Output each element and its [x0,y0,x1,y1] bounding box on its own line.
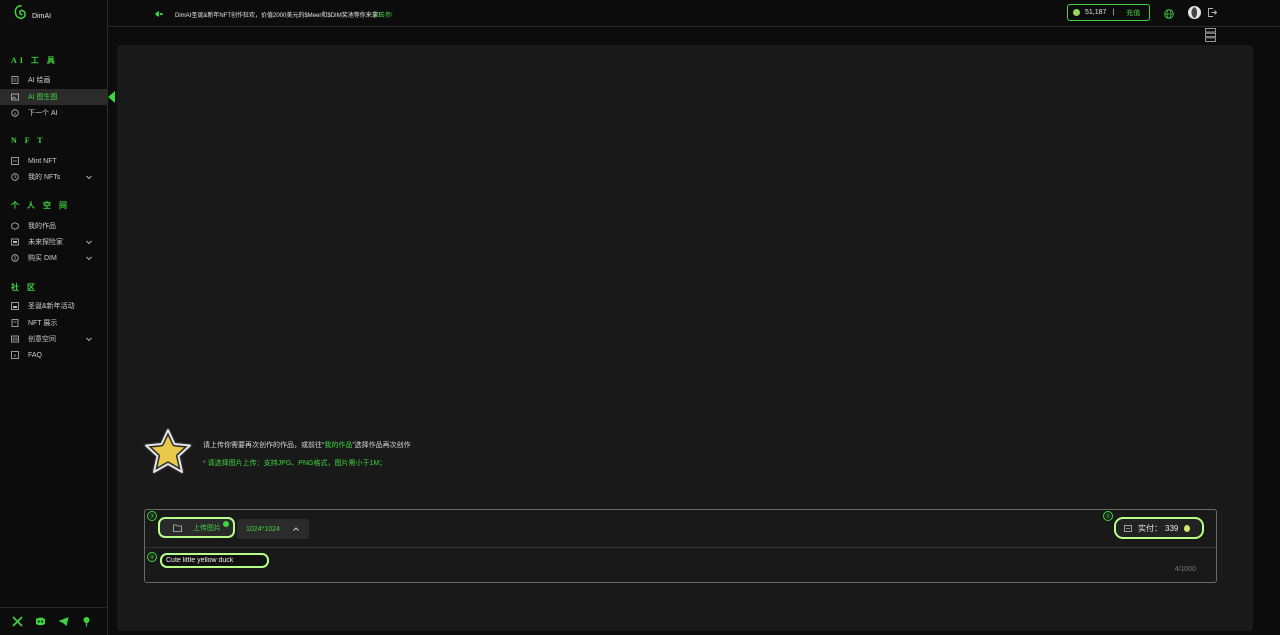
recharge-button[interactable]: 充值 [1126,8,1140,18]
sidebar-item-label: FAQ [28,351,43,359]
step-badge-upload: ③ [147,511,157,521]
char-counter: 4/1000 [1174,566,1196,573]
upload-hint-suffix: ”选择作品再次创作 [352,442,411,449]
social-links [0,607,108,635]
dim-coin-icon [1073,9,1080,16]
logout-icon[interactable] [1208,8,1217,17]
sidebar-item-label: 购买 DIM [28,255,57,262]
folder-icon [173,524,182,532]
sidebar-item-label: 圣诞&新年活动 [28,303,75,310]
chevron-down-icon [86,337,92,342]
image-size-select[interactable]: 1024*1024 [237,519,309,539]
upload-image-button[interactable]: 上传图片 [158,517,235,538]
sidebar-item-label: Mint NFT [28,157,57,165]
chevron-up-icon [293,527,299,531]
cube-icon [11,222,19,230]
sidebar-item-label: AI 图生图 [28,94,58,101]
active-item-indicator [108,91,115,103]
dim-coin-icon [1184,524,1191,532]
telegram-icon[interactable] [58,616,69,627]
sidebar-item-ai-painting[interactable]: AI 绘画 [0,72,108,88]
sidebar-item-creative-space[interactable]: 创意空间 [0,331,108,347]
badge-icon [11,238,19,246]
sidebar-item-label: 我的 NFTs [28,174,61,181]
sidebar: DimAI AI 工 具 AI 绘画 AI 图生图 下一个 AI N F T M… [0,0,108,635]
sidebar-item-xmas-event[interactable]: 圣诞&新年活动 [0,298,108,314]
sidebar-item-label: 我的作品 [28,223,56,230]
balance-separator: | [1112,9,1115,16]
sidebar-item-mint-nft[interactable]: Mint NFT [0,153,108,169]
sidebar-item-next-ai[interactable]: 下一个 AI [0,105,108,121]
sidebar-item-my-works[interactable]: 我的作品 [0,218,108,234]
coin-icon [11,254,19,262]
sidebar-item-faq[interactable]: FAQ [0,347,108,363]
gift-icon [11,302,19,310]
sidebar-item-label: AI 绘画 [28,77,51,84]
mint-icon [11,157,19,165]
status-dot [223,521,229,527]
question-icon [11,351,19,359]
document-icon [11,76,19,84]
step-badge-pay: ⑤ [1103,511,1113,521]
star-icon [143,428,193,475]
announcement-text: DimAI圣诞&新年NFT创作狂欢，价值2000美元的$Meer和$DIM奖池等… [175,13,384,19]
section-title-community: 社 区 [11,283,38,292]
space-icon [11,335,19,343]
logo-text: DimAI [32,13,52,20]
sidebar-item-my-nfts[interactable]: 我的 NFTs [0,169,108,185]
generation-box: ③ 上传图片 1024*1024 ⑤ 实付： 339 ④ 4/1000 [144,509,1217,583]
chevron-down-icon [86,175,92,180]
chevron-down-icon [86,240,92,245]
grid-view-icon[interactable] [1205,28,1216,42]
pay-button[interactable]: 实付： 339 [1114,517,1204,539]
sidebar-item-label: 未来探险家 [28,239,63,246]
sidebar-item-future-explorer[interactable]: 未来探险家 [0,234,108,250]
upload-requirement: * 请选择图片上传：支持JPG、PNG格式，图片需小于1M； [203,460,387,467]
discord-icon[interactable] [35,616,46,627]
upload-hint-prefix: 请上传你需要再次创作的作品，或前往“ [203,442,325,449]
divider [145,547,1216,548]
x-icon[interactable] [12,616,23,627]
wallet-icon [1124,524,1132,532]
sidebar-item-ai-img2img[interactable]: AI 图生图 [0,89,108,105]
upload-image-label: 上传图片 [193,524,221,532]
clock-icon [11,173,19,181]
prompt-input[interactable] [160,553,269,568]
balance-value: 51,187 [1085,9,1107,16]
medium-icon[interactable] [81,616,92,627]
top-bar: DimAI圣诞&新年NFT创作狂欢，价值2000美元的$Meer和$DIM奖池等… [108,0,1280,27]
pay-amount: 339 [1165,523,1179,533]
section-title-ai-tools: AI 工 具 [11,56,58,65]
gallery-icon [11,319,19,327]
chevron-down-icon [86,256,92,261]
step-badge-prompt: ④ [147,552,157,562]
megaphone-icon [155,11,163,17]
sidebar-item-nft-gallery[interactable]: NFT 展示 [0,315,108,331]
info-icon [11,109,19,117]
section-title-personal-space: 个 人 空 间 [11,201,70,210]
pay-label: 实付： [1138,523,1162,533]
section-title-nft: N F T [11,136,46,145]
sidebar-item-buy-dim[interactable]: 购买 DIM [0,250,108,266]
balance-widget: 51,187 | 充值 [1067,4,1150,21]
logo[interactable]: DimAI [13,4,51,21]
sidebar-item-label: NFT 展示 [28,320,58,327]
upload-hint: 请上传你需要再次创作的作品，或前往“我的作品”选择作品再次创作 [203,440,411,450]
dimai-logo-icon [14,4,26,20]
announcement-link[interactable]: 点击参! [373,10,393,19]
globe-icon[interactable] [1164,9,1174,19]
avatar[interactable] [1188,6,1201,19]
image-icon [11,93,19,101]
sidebar-item-label: 下一个 AI [28,110,58,117]
image-size-value: 1024*1024 [246,525,280,533]
sidebar-item-label: 创意空间 [28,336,56,343]
my-works-link[interactable]: 我的作品 [324,442,352,449]
